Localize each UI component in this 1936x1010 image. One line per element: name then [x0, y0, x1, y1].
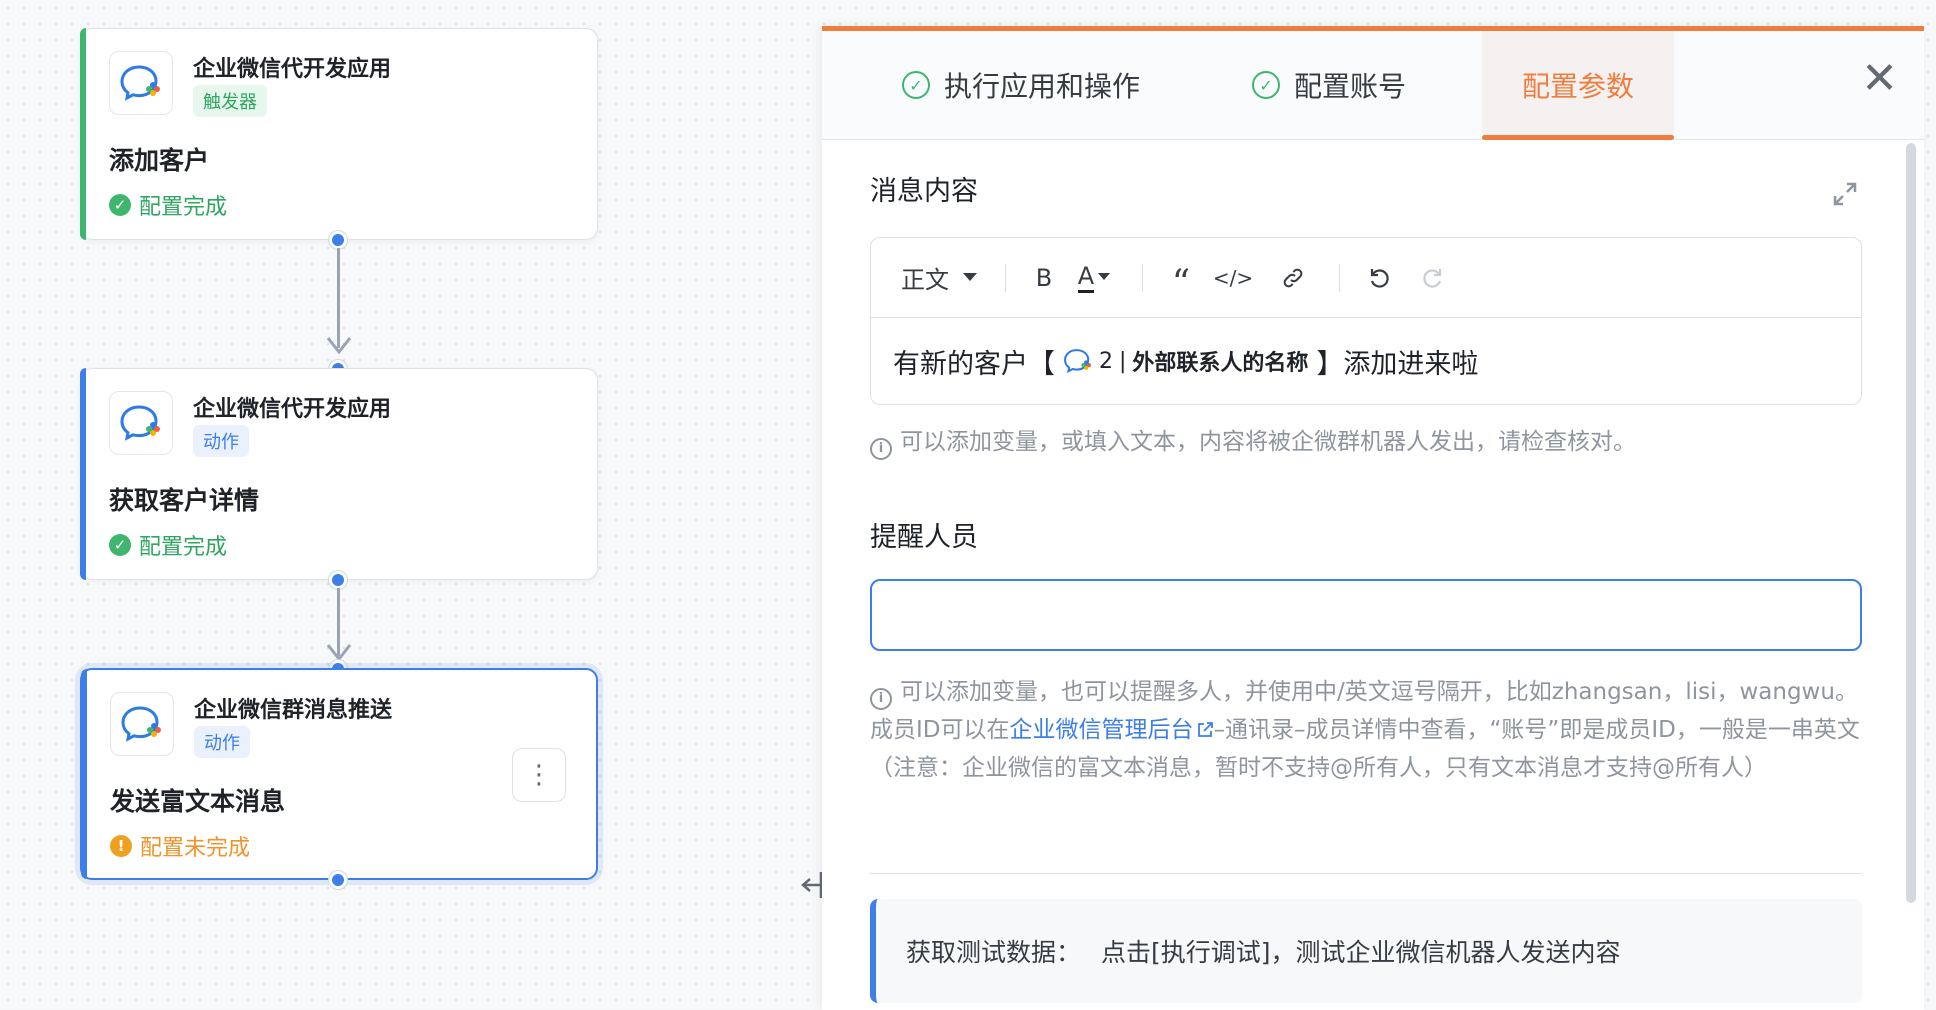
tab-app-action[interactable]: ✓ 执行应用和操作 — [902, 31, 1140, 139]
caret-down-icon — [1098, 273, 1111, 280]
node-output-port[interactable] — [329, 231, 347, 249]
remind-users-label: 提醒人员 — [870, 522, 978, 553]
config-panel: ✓ 执行应用和操作 ✓ 配置账号 配置参数 ✕ 消息内容 正文 B A “ </… — [822, 26, 1924, 1010]
variable-separator: | — [1119, 348, 1127, 374]
wecom-app-icon — [110, 692, 174, 756]
variable-name: 外部联系人的名称 — [1132, 351, 1309, 376]
tab-label: 执行应用和操作 — [944, 70, 1141, 103]
node-output-port[interactable] — [329, 571, 347, 589]
font-color-label: A — [1077, 262, 1095, 293]
node-status-label: 配置完成 — [139, 535, 228, 560]
tab-label: 配置账号 — [1294, 70, 1407, 103]
variable-chip[interactable]: 2 | 外部联系人的名称 — [1063, 345, 1308, 377]
link-icon — [1283, 268, 1303, 287]
test-data-text: 点击[执行调试]，测试企业微信机器人发送内容 — [1101, 938, 1621, 967]
workflow-node-send-message[interactable]: 企业微信群消息推送 动作 发送富文本消息 ! 配置未完成 ⋮ — [80, 668, 598, 880]
quote-button[interactable]: “ — [1161, 258, 1201, 304]
info-icon: i — [870, 688, 892, 710]
undo-icon — [1370, 268, 1389, 288]
node-step-title: 添加客户 — [109, 146, 210, 175]
node-status: ✓ 配置完成 — [109, 189, 227, 221]
tab-account[interactable]: ✓ 配置账号 — [1252, 31, 1406, 139]
font-color-button[interactable]: A — [1064, 258, 1124, 298]
panel-scrollbar[interactable] — [1906, 143, 1916, 903]
toolbar-divider — [1005, 263, 1006, 292]
node-app-name: 企业微信代开发应用 — [193, 57, 392, 82]
rich-text-editor[interactable]: 正文 B A “ </> 有新的客户【 2 | 外部联系人的名称 】添加进来啦 — [870, 237, 1862, 405]
content-suffix: 】添加进来啦 — [1316, 348, 1479, 380]
section-divider — [870, 873, 1862, 874]
remind-hint: i 可以添加变量，也可以提醒多人，并使用中/英文逗号隔开，比如zhangsan，l… — [870, 673, 1870, 787]
toolbar-divider — [1339, 263, 1340, 292]
format-select[interactable]: 正文 — [901, 258, 977, 298]
wecom-admin-link[interactable]: 企业微信管理后台 — [1010, 717, 1214, 743]
wecom-app-icon — [1064, 349, 1091, 374]
node-step-title: 发送富文本消息 — [110, 787, 286, 816]
code-button[interactable]: </> — [1201, 258, 1265, 298]
check-circle-icon: ✓ — [902, 71, 930, 99]
node-type-tag: 动作 — [194, 726, 250, 758]
wecom-app-icon — [109, 51, 173, 115]
node-stripe — [80, 28, 86, 240]
message-hint-text: 可以添加变量，或填入文本，内容将被企微群机器人发出，请检查核对。 — [900, 429, 1636, 455]
expand-icon[interactable] — [1832, 181, 1858, 207]
undo-button[interactable] — [1358, 258, 1402, 298]
editor-content[interactable]: 有新的客户【 2 | 外部联系人的名称 】添加进来啦 — [871, 318, 1861, 404]
node-status: ✓ 配置完成 — [109, 529, 227, 561]
info-icon: i — [870, 438, 892, 460]
node-step-title: 获取客户详情 — [109, 486, 260, 515]
editor-toolbar: 正文 B A “ </> — [871, 238, 1861, 318]
test-data-label: 获取测试数据： — [906, 938, 1082, 967]
wecom-app-icon — [109, 391, 173, 455]
node-status-label: 配置完成 — [139, 195, 228, 220]
wecom-admin-link-label: 企业微信管理后台 — [1009, 717, 1194, 743]
tab-params[interactable]: 配置参数 — [1482, 31, 1674, 140]
redo-button[interactable] — [1402, 258, 1462, 298]
toolbar-divider — [1142, 263, 1143, 292]
check-circle-icon: ✓ — [109, 194, 131, 216]
node-status-label: 配置未完成 — [140, 836, 251, 861]
node-status: ! 配置未完成 — [110, 830, 250, 862]
bold-button[interactable]: B — [1024, 258, 1064, 298]
config-tabs: ✓ 执行应用和操作 ✓ 配置账号 配置参数 ✕ — [822, 31, 1924, 140]
workflow-node-action[interactable]: 企业微信代开发应用 动作 获取客户详情 ✓ 配置完成 — [80, 368, 598, 580]
node-output-port[interactable] — [329, 871, 347, 889]
check-circle-icon: ✓ — [109, 534, 131, 556]
connector-line — [337, 248, 340, 348]
external-link-icon — [1197, 722, 1213, 737]
workflow-node-trigger[interactable]: 企业微信代开发应用 触发器 添加客户 ✓ 配置完成 — [80, 28, 598, 240]
node-type-tag: 触发器 — [193, 85, 267, 117]
check-circle-icon: ✓ — [1252, 71, 1280, 99]
node-app-name: 企业微信群消息推送 — [194, 698, 393, 723]
close-icon[interactable]: ✕ — [1861, 57, 1898, 101]
content-prefix: 有新的客户【 — [893, 348, 1055, 380]
remind-users-input[interactable] — [870, 579, 1862, 651]
variable-index: 2 — [1099, 348, 1113, 374]
test-data-box: 获取测试数据： 点击[执行调试]，测试企业微信机器人发送内容 — [870, 899, 1862, 1003]
more-options-button[interactable]: ⋮ — [512, 748, 566, 802]
node-app-name: 企业微信代开发应用 — [193, 397, 392, 422]
warning-circle-icon: ! — [110, 835, 132, 857]
redo-icon — [1423, 268, 1442, 288]
node-type-tag: 动作 — [193, 425, 249, 457]
message-content-label: 消息内容 — [870, 176, 978, 207]
link-button[interactable] — [1265, 258, 1321, 298]
message-hint: i 可以添加变量，或填入文本，内容将被企微群机器人发出，请检查核对。 — [870, 423, 1870, 461]
format-select-label: 正文 — [901, 266, 949, 294]
arrow-down-icon — [326, 337, 352, 355]
caret-down-icon — [963, 272, 977, 281]
tab-label: 配置参数 — [1521, 70, 1634, 103]
node-stripe — [81, 669, 87, 879]
node-stripe — [80, 368, 86, 580]
